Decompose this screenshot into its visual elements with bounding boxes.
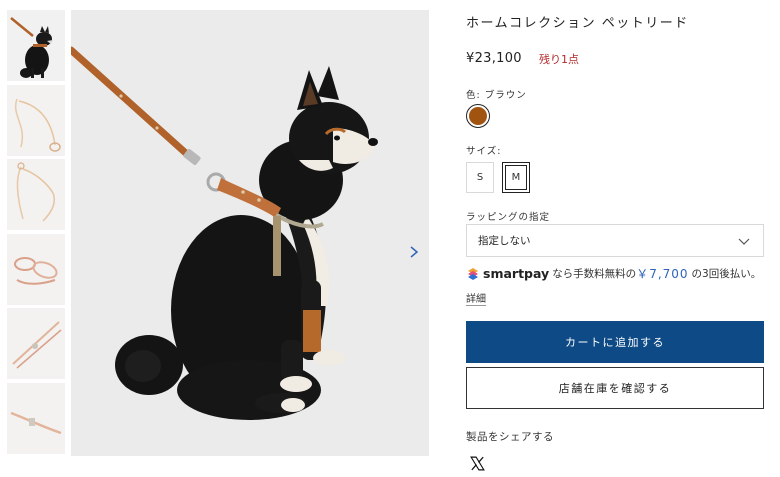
thumbnail-leash-coiled[interactable] bbox=[7, 84, 65, 156]
smartpay-details-link[interactable]: 詳細 bbox=[466, 290, 486, 306]
wrapping-select[interactable]: 指定しない bbox=[466, 224, 764, 257]
chevron-down-icon bbox=[738, 238, 750, 245]
color-swatch-brown[interactable] bbox=[466, 104, 490, 128]
size-option-m[interactable]: M bbox=[502, 162, 530, 193]
next-image-arrow[interactable] bbox=[407, 242, 421, 262]
product-title: ホームコレクション ペットリード bbox=[466, 16, 689, 31]
add-to-cart-button[interactable]: カートに追加する bbox=[466, 321, 764, 363]
thumbnail-dog-with-leash[interactable] bbox=[7, 10, 65, 81]
chevron-right-icon bbox=[410, 246, 419, 258]
x-logo-glyph bbox=[470, 456, 485, 471]
stock-badge: 残り1点 bbox=[539, 53, 579, 66]
thumbnail-leash-diagonal[interactable] bbox=[7, 308, 65, 379]
swatch-fill bbox=[469, 107, 487, 125]
smartpay-banner: smartpay なら手数料無料の ￥7,700 の3回後払い。 bbox=[466, 265, 761, 282]
smartpay-brand: smartpay bbox=[483, 266, 550, 281]
x-logo-icon[interactable] bbox=[469, 455, 486, 472]
check-store-stock-button[interactable]: 店舗在庫を確認する bbox=[466, 367, 764, 409]
thumbnail-leash-looped[interactable] bbox=[7, 159, 65, 230]
product-price: ¥23,100 bbox=[466, 51, 522, 66]
dog-with-leash-photo bbox=[71, 10, 429, 456]
thumbnail-leash-detail[interactable] bbox=[7, 382, 65, 454]
size-option-s[interactable]: S bbox=[466, 162, 494, 193]
wrapping-select-value: 指定しない bbox=[478, 235, 531, 247]
thumbnail-leash-tangled[interactable] bbox=[7, 233, 65, 305]
smartpay-text-after: の3回後払い。 bbox=[691, 268, 762, 280]
size-label: サイズ: bbox=[466, 146, 502, 157]
smartpay-amount: ￥7,700 bbox=[636, 267, 689, 281]
wrapping-label: ラッピングの指定 bbox=[466, 212, 551, 223]
smartpay-logo: smartpay bbox=[466, 266, 549, 281]
smartpay-text-before: なら手数料無料の bbox=[552, 268, 637, 280]
share-label: 製品をシェアする bbox=[466, 431, 554, 443]
smartpay-icon bbox=[468, 267, 478, 280]
color-label: 色: ブラウン bbox=[466, 90, 527, 101]
thumbnail-list bbox=[7, 10, 65, 457]
main-product-image bbox=[71, 10, 429, 456]
